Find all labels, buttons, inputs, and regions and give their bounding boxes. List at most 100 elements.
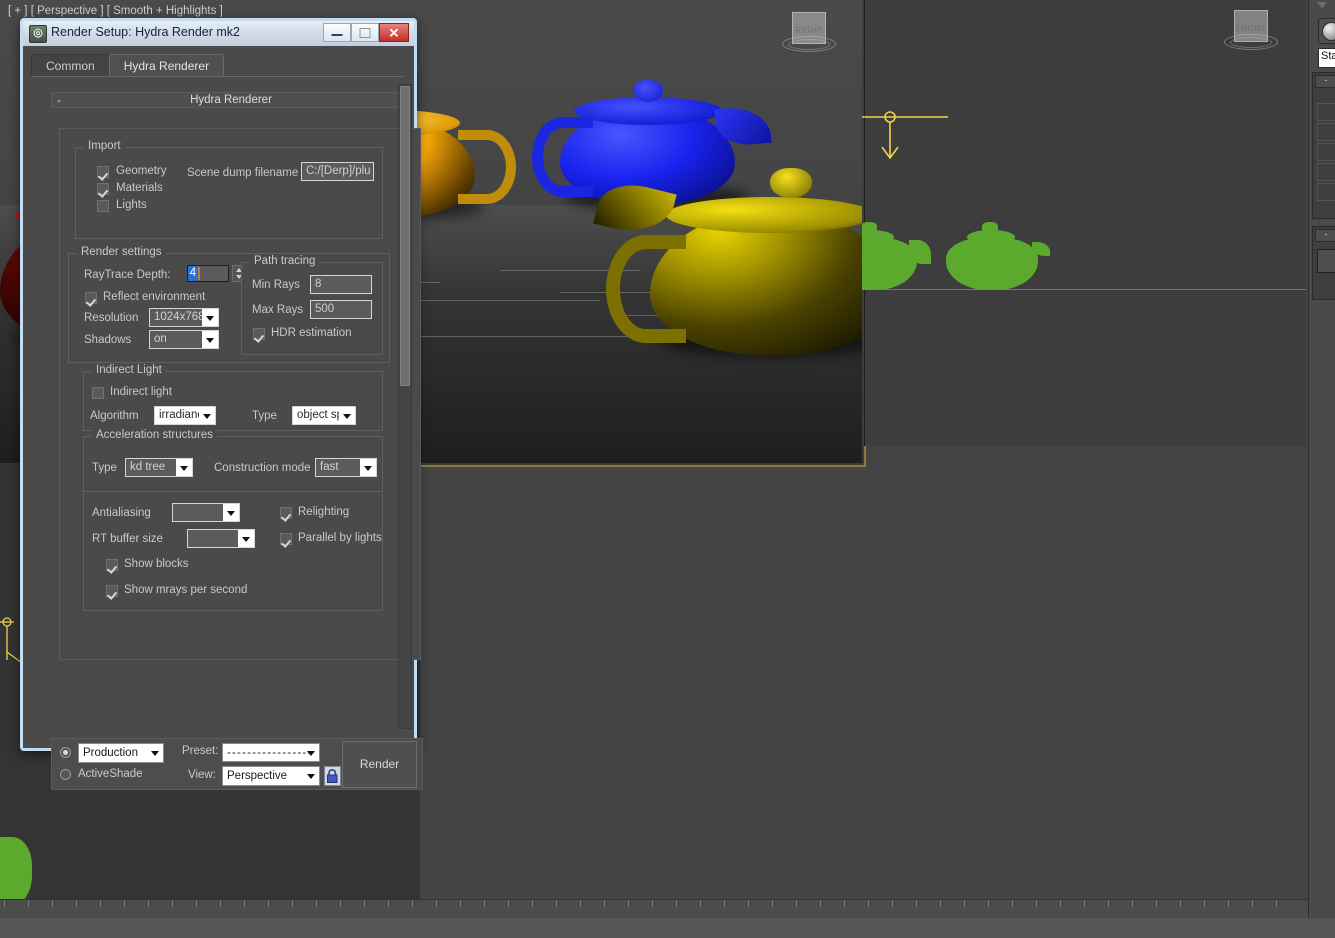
track-bar-tick bbox=[172, 900, 173, 907]
object-name-field[interactable]: Sta bbox=[1318, 48, 1335, 68]
track-bar-tick bbox=[436, 900, 437, 907]
scrollbar-thumb[interactable] bbox=[400, 86, 410, 386]
dialog-titlebar[interactable]: ◎ Render Setup: Hydra Render mk2 ✕ bbox=[23, 21, 414, 47]
checkbox-lights[interactable] bbox=[97, 200, 109, 212]
lock-view-button[interactable] bbox=[324, 766, 341, 786]
label-min-rays: Min Rays bbox=[252, 279, 300, 291]
track-bar-tick bbox=[244, 900, 245, 907]
render-button[interactable]: Render bbox=[342, 741, 417, 788]
group-import: Import Geometry Materials Lights Scene d… bbox=[75, 147, 383, 239]
rollout-panel-1[interactable]: - bbox=[1312, 72, 1335, 219]
chevron-down-icon[interactable] bbox=[238, 530, 254, 547]
chevron-down-icon[interactable] bbox=[1317, 2, 1327, 8]
minimize-button[interactable] bbox=[323, 23, 351, 42]
panel-round-button[interactable] bbox=[1318, 18, 1335, 44]
min-rays-input[interactable]: 8 bbox=[310, 275, 372, 294]
track-bar-tick bbox=[460, 900, 461, 907]
maximize-button[interactable] bbox=[351, 23, 379, 42]
track-bar-tick bbox=[916, 900, 917, 907]
track-bar-tick bbox=[868, 900, 869, 907]
max-rays-input[interactable]: 500 bbox=[310, 300, 372, 319]
radio-production[interactable] bbox=[60, 747, 71, 758]
teapot-silhouette[interactable] bbox=[940, 222, 1050, 290]
label-max-rays: Max Rays bbox=[252, 304, 303, 316]
tab-common[interactable]: Common bbox=[31, 54, 110, 76]
label-raytrace-depth: RayTrace Depth: bbox=[84, 269, 171, 281]
mode-dropdown[interactable]: Production bbox=[78, 743, 164, 763]
tab-hydra-renderer[interactable]: Hydra Renderer bbox=[109, 54, 224, 76]
track-bar-tick bbox=[508, 900, 509, 907]
chevron-down-icon[interactable] bbox=[176, 459, 192, 476]
checkbox-geometry[interactable] bbox=[97, 166, 109, 178]
track-bar-tick bbox=[1156, 900, 1157, 907]
radio-activeshade[interactable] bbox=[60, 769, 71, 780]
command-panel[interactable]: Sta - - bbox=[1308, 0, 1335, 938]
dialog-bottom-bar: Production ActiveShade Preset: - - - - -… bbox=[51, 738, 423, 790]
antialiasing-dropdown[interactable] bbox=[172, 503, 240, 522]
track-bar-tick bbox=[1108, 900, 1109, 907]
chevron-down-icon[interactable] bbox=[339, 407, 355, 424]
construction-mode-value: fast bbox=[320, 461, 339, 473]
checkbox-indirect-light[interactable] bbox=[92, 387, 104, 399]
rt-buffer-size-dropdown[interactable] bbox=[187, 529, 255, 548]
text-caret bbox=[198, 267, 200, 280]
track-bar-tick bbox=[652, 900, 653, 907]
viewcube-right[interactable]: RIGHT bbox=[783, 10, 833, 60]
chevron-down-icon[interactable] bbox=[202, 331, 218, 348]
rollout-header-hydra-renderer[interactable]: - Hydra Renderer bbox=[51, 92, 411, 108]
tab-bar[interactable]: Common Hydra Renderer bbox=[31, 54, 223, 76]
track-bar-tick bbox=[940, 900, 941, 907]
track-bar-tick bbox=[196, 900, 197, 907]
chevron-down-icon[interactable] bbox=[303, 767, 319, 785]
resolution-dropdown[interactable]: 1024x768 bbox=[149, 308, 219, 327]
track-bar-tick bbox=[700, 900, 701, 907]
chevron-down-icon[interactable] bbox=[223, 504, 239, 521]
checkbox-hdr-estimation[interactable] bbox=[253, 328, 265, 340]
rollout-title: Hydra Renderer bbox=[190, 94, 272, 106]
lock-icon bbox=[326, 768, 339, 784]
rollout-panel-2[interactable]: - bbox=[1312, 226, 1335, 300]
construction-mode-dropdown[interactable]: fast bbox=[315, 458, 377, 477]
label-antialiasing: Antialiasing bbox=[92, 507, 151, 519]
checkbox-parallel-by-lights[interactable] bbox=[280, 533, 292, 545]
indirect-type-dropdown[interactable]: object spa bbox=[292, 406, 356, 425]
chevron-down-icon[interactable] bbox=[202, 309, 218, 326]
close-icon: ✕ bbox=[389, 26, 400, 39]
checkbox-reflect-environment[interactable] bbox=[85, 292, 97, 304]
checkbox-materials[interactable] bbox=[97, 183, 109, 195]
hydra-renderer-panel: Import Geometry Materials Lights Scene d… bbox=[59, 128, 421, 660]
group-title-path-tracing: Path tracing bbox=[250, 255, 319, 267]
chevron-down-icon[interactable] bbox=[303, 744, 319, 761]
accel-type-dropdown[interactable]: kd tree bbox=[125, 458, 193, 477]
label-preset: Preset: bbox=[182, 745, 218, 757]
algorithm-dropdown[interactable]: irradiance bbox=[154, 406, 216, 425]
track-bar-tick bbox=[1180, 900, 1181, 907]
track-bar-tick bbox=[772, 900, 773, 907]
chevron-down-icon[interactable] bbox=[147, 744, 163, 762]
raytrace-depth-spinner[interactable]: 4 bbox=[187, 265, 245, 282]
close-button[interactable]: ✕ bbox=[379, 23, 409, 42]
checkbox-show-blocks[interactable] bbox=[106, 559, 118, 571]
dialog-scrollbar[interactable] bbox=[398, 84, 412, 729]
chevron-down-icon[interactable] bbox=[199, 407, 215, 424]
viewcube-front[interactable]: FRONT bbox=[1225, 8, 1275, 58]
track-bar-tick bbox=[628, 900, 629, 907]
render-setup-dialog[interactable]: ◎ Render Setup: Hydra Render mk2 ✕ Commo… bbox=[20, 18, 417, 751]
shadows-dropdown[interactable]: on bbox=[149, 330, 219, 349]
chevron-down-icon[interactable] bbox=[360, 459, 376, 476]
checkbox-show-mrays[interactable] bbox=[106, 585, 118, 597]
raytrace-depth-input[interactable]: 4 bbox=[187, 265, 229, 282]
label-show-blocks: Show blocks bbox=[124, 558, 189, 570]
scene-dump-filename-input[interactable]: C:/[Derp]/plu bbox=[301, 162, 374, 181]
track-bar-tick bbox=[532, 900, 533, 907]
preset-dropdown[interactable]: - - - - - - - - - - - - - - - - - bbox=[222, 743, 320, 762]
track-bar-tick bbox=[964, 900, 965, 907]
view-dropdown[interactable]: Perspective bbox=[222, 766, 320, 786]
label-accel-type: Type bbox=[92, 462, 117, 474]
label-resolution: Resolution bbox=[84, 312, 138, 324]
track-bar[interactable] bbox=[0, 899, 1308, 918]
track-bar-tick bbox=[556, 900, 557, 907]
checkbox-relighting[interactable] bbox=[280, 507, 292, 519]
rollout-collapse-icon[interactable]: - bbox=[57, 95, 61, 105]
dialog-title: Render Setup: Hydra Render mk2 bbox=[51, 25, 240, 39]
